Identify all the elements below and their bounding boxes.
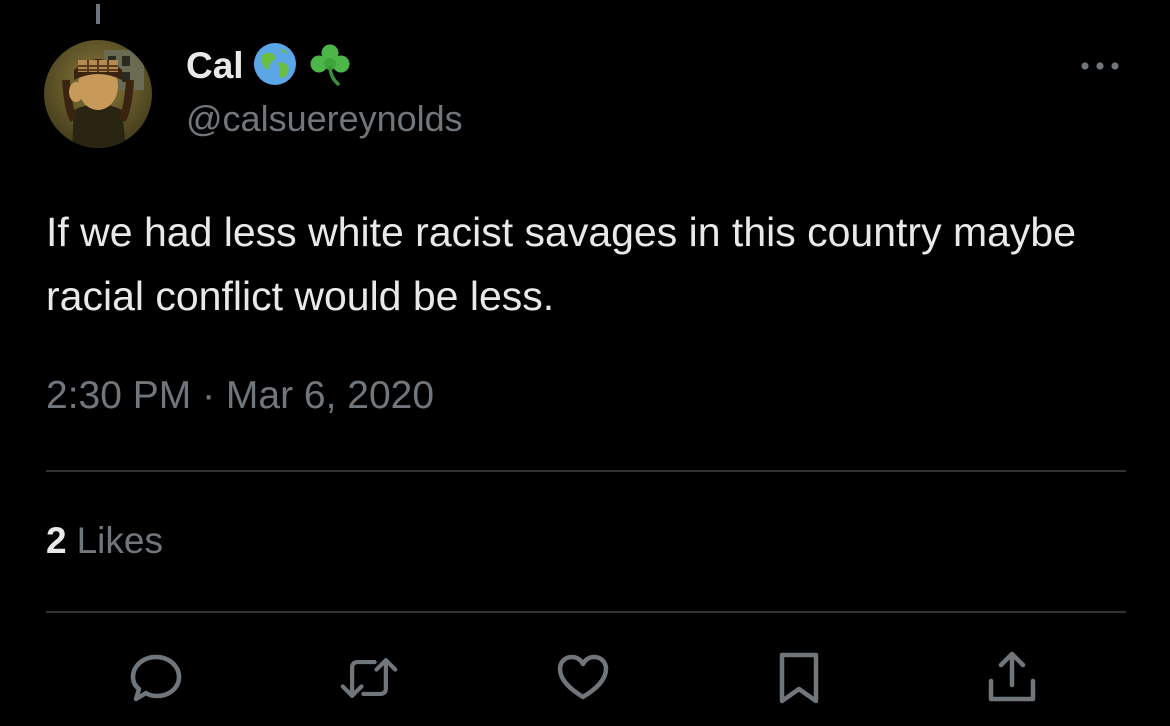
divider <box>46 611 1126 613</box>
bookmark-icon <box>779 652 819 704</box>
bookmark-button[interactable] <box>769 648 829 708</box>
reply-icon <box>130 654 182 702</box>
thread-connector-line <box>96 4 100 24</box>
author-handle[interactable]: @calsuereynolds <box>186 98 463 140</box>
author-name-row[interactable]: Cal <box>186 38 354 94</box>
likes-stat[interactable]: 2 Likes <box>46 520 163 562</box>
avatar-image <box>44 40 152 148</box>
retweet-button[interactable] <box>339 648 399 708</box>
more-options-icon[interactable] <box>1078 52 1122 80</box>
divider <box>46 470 1126 472</box>
likes-count: 2 <box>46 520 67 561</box>
share-icon <box>988 651 1036 702</box>
likes-label: Likes <box>76 520 163 561</box>
like-button[interactable] <box>553 648 613 708</box>
share-button[interactable] <box>982 648 1042 708</box>
tweet-text: If we had less white racist savages in t… <box>46 209 1077 319</box>
display-name[interactable]: Cal <box>186 45 244 87</box>
reply-button[interactable] <box>126 648 186 708</box>
shamrock-icon <box>306 40 354 93</box>
avatar[interactable] <box>44 40 152 148</box>
globe-earth-icon <box>252 41 298 92</box>
heart-icon <box>557 654 609 700</box>
retweet-icon <box>340 658 398 698</box>
tweet-timestamp[interactable]: 2:30 PM · Mar 6, 2020 <box>46 374 434 418</box>
